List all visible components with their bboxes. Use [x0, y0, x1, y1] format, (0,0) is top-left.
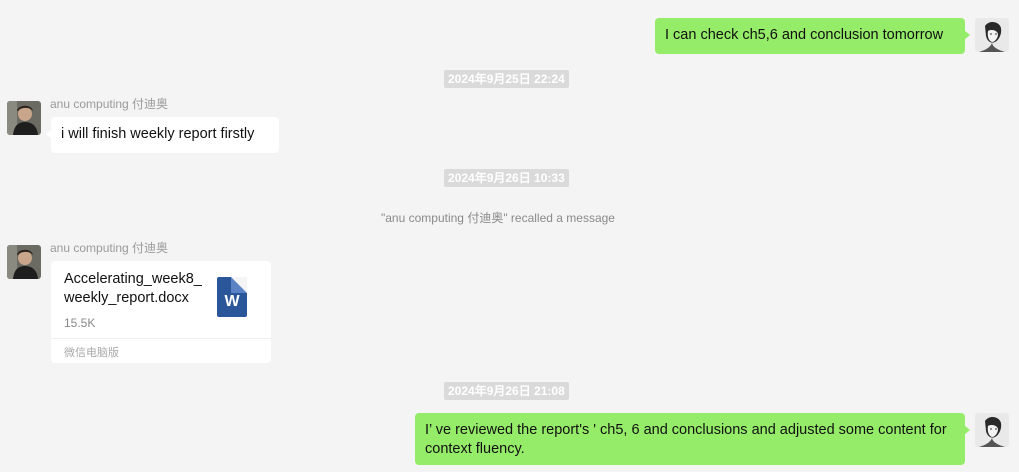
file-attachment-card[interactable]: Accelerating_week8_weekly_report.docx 15…: [51, 261, 271, 363]
file-source-label: 微信电脑版: [64, 347, 119, 359]
photo-portrait-icon: [7, 101, 41, 135]
recall-notice: "anu computing 付迪奥" recalled a message: [381, 211, 615, 225]
outgoing-message-bubble[interactable]: I’ ve reviewed the report's ' ch5, 6 and…: [415, 413, 970, 465]
sender-name: anu computing 付迪奥: [50, 97, 169, 111]
message-text: I’ ve reviewed the report's ' ch5, 6 and…: [425, 422, 947, 457]
file-card-divider: [51, 338, 271, 339]
self-avatar[interactable]: [975, 18, 1009, 52]
file-name: Accelerating_week8_weekly_report.docx: [64, 271, 202, 306]
timestamp: 2024年9月26日 10:33: [444, 169, 569, 187]
message-text: i will finish weekly report firstly: [61, 126, 255, 142]
word-icon-letter: W: [224, 293, 240, 310]
word-document-icon: W: [217, 277, 247, 317]
message-text: I can check ch5,6 and conclusion tomorro…: [665, 27, 944, 43]
timestamp: 2024年9月25日 22:24: [444, 70, 569, 88]
file-size: 15.5K: [64, 316, 96, 330]
photo-portrait-icon: [7, 245, 41, 279]
timestamp: 2024年9月26日 21:08: [444, 382, 569, 400]
incoming-message-bubble[interactable]: i will finish weekly report firstly: [46, 117, 279, 153]
self-avatar[interactable]: [975, 413, 1009, 447]
contact-avatar[interactable]: [7, 245, 41, 279]
sketch-portrait-icon: [975, 18, 1009, 52]
sketch-portrait-icon: [975, 413, 1009, 447]
outgoing-message-bubble[interactable]: I can check ch5,6 and conclusion tomorro…: [655, 18, 970, 54]
sender-name: anu computing 付迪奥: [50, 241, 169, 255]
contact-avatar[interactable]: [7, 101, 41, 135]
